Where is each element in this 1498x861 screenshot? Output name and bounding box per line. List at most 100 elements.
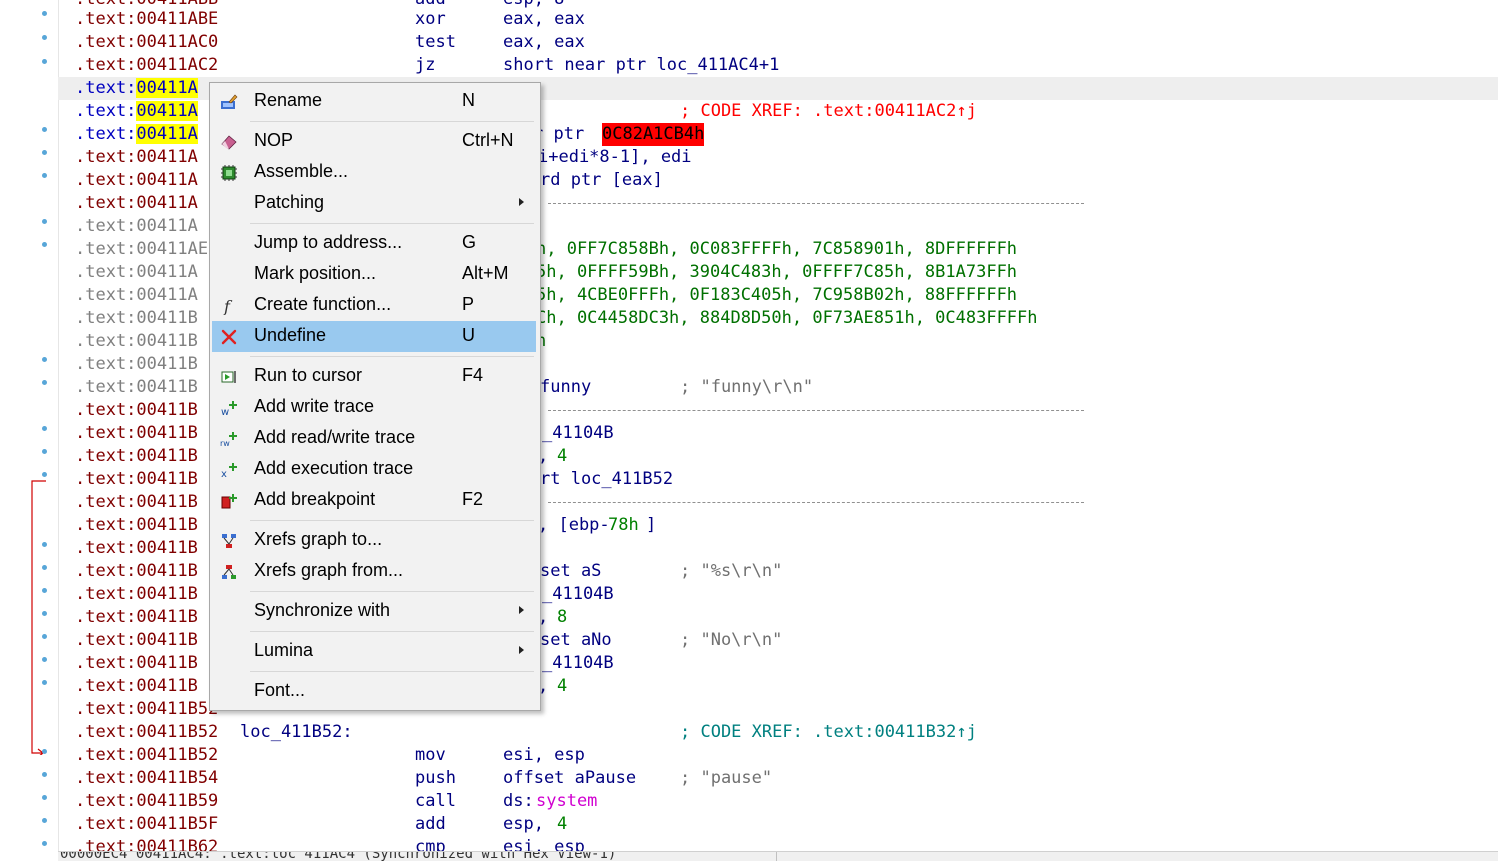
submenu-arrow-icon bbox=[519, 646, 524, 654]
menu-item-nop[interactable]: NOP Ctrl+N bbox=[212, 126, 536, 157]
listing-row[interactable]: .text:00411B59 call ds: system bbox=[58, 790, 1498, 813]
gutter-dot bbox=[42, 219, 47, 224]
listing-row[interactable]: .text:00411ABE xor eax, eax bbox=[58, 8, 1498, 31]
gutter-dot bbox=[42, 472, 47, 477]
menu-item-add-write-trace[interactable]: w Add write trace bbox=[212, 392, 536, 423]
menu-item-synchronize-with[interactable]: Synchronize with bbox=[212, 596, 536, 627]
menu-separator bbox=[250, 121, 534, 122]
row-address[interactable]: .text:00411AE bbox=[75, 238, 208, 261]
row-address[interactable]: .text:00411A bbox=[75, 284, 198, 307]
row-address[interactable]: .text:00411B bbox=[75, 445, 198, 468]
row-address[interactable]: .text:00411B bbox=[75, 675, 198, 698]
row-comment[interactable]: ; CODE XREF: .text:00411B32↑j bbox=[680, 721, 977, 744]
row-address[interactable]: .text:00411B52 bbox=[75, 721, 218, 744]
listing-row[interactable]: .text:00411B62 cmp esi, esp bbox=[58, 836, 1498, 852]
row-address[interactable]: .text:00411A bbox=[75, 215, 198, 238]
listing-row[interactable]: .text:00411B54 push offset aPause ; "pau… bbox=[58, 767, 1498, 790]
row-address[interactable]: .text:00411B54 bbox=[75, 767, 218, 790]
row-data: Ch, 0C4458DC3h, 884D8D50h, 0F73AE851h, 0… bbox=[536, 308, 1038, 328]
row-address[interactable]: .text:00411B bbox=[75, 422, 198, 445]
row-address[interactable]: .text:00411B bbox=[75, 491, 198, 514]
gutter-dot bbox=[42, 357, 47, 362]
gutter-dot bbox=[42, 772, 47, 777]
row-address[interactable]: .text:00411B bbox=[75, 376, 198, 399]
menu-item-add-breakpoint[interactable]: Add breakpoint F2 bbox=[212, 485, 536, 516]
listing-row[interactable]: .text:00411AC2 jz short near ptr loc_411… bbox=[58, 54, 1498, 77]
row-address[interactable]: .text:00411B bbox=[75, 514, 198, 537]
status-text: 00000EC4 00411AC4: .text:loc_411AC4 (Syn… bbox=[60, 851, 617, 861]
row-mnemonic: jz bbox=[415, 55, 436, 75]
row-address[interactable]: .text:00411B52 bbox=[75, 744, 218, 767]
row-address[interactable]: .text:00411B bbox=[75, 583, 198, 606]
menu-item-label: Assemble... bbox=[254, 161, 349, 181]
row-comment: ; "No\r\n" bbox=[680, 630, 783, 650]
row-operand: set aS bbox=[540, 561, 602, 581]
menu-item-lumina[interactable]: Lumina bbox=[212, 636, 536, 667]
row-address[interactable]: .text:00411A bbox=[75, 123, 198, 146]
row-address[interactable]: .text:00411B bbox=[75, 399, 198, 422]
row-operand-highlight[interactable]: 0C82A1CB4h bbox=[602, 123, 705, 146]
menu-item-xrefs-graph-to[interactable]: Xrefs graph to... bbox=[212, 525, 536, 556]
row-address[interactable]: .text:00411A bbox=[75, 146, 198, 169]
menu-item-shortcut: Ctrl+N bbox=[462, 130, 514, 150]
row-address[interactable]: .text:00411A bbox=[75, 192, 198, 215]
status-divider bbox=[776, 852, 777, 861]
row-mnemonic: mov bbox=[415, 745, 446, 765]
row-address[interactable]: .text:00411B59 bbox=[75, 790, 218, 813]
menu-item-label: Jump to address... bbox=[254, 232, 403, 252]
menu-item-font[interactable]: Font... bbox=[212, 676, 536, 707]
menu-item-mark-position[interactable]: Mark position... Alt+M bbox=[212, 259, 536, 290]
row-mnemonic: cmp bbox=[415, 837, 446, 852]
row-operand: short near ptr loc_411AC4+1 bbox=[503, 55, 780, 75]
row-address[interactable]: .text:00411B bbox=[75, 537, 198, 560]
row-address[interactable]: .text:00411A bbox=[75, 261, 198, 284]
row-address[interactable]: .text:00411A bbox=[75, 100, 198, 123]
menu-item-label: Undefine bbox=[254, 325, 327, 345]
row-operand: eax, eax bbox=[503, 9, 585, 29]
gutter-dot bbox=[42, 818, 47, 823]
row-address[interactable]: .text:00411B bbox=[75, 652, 198, 675]
menu-item-jump-to-address[interactable]: Jump to address... G bbox=[212, 228, 536, 259]
svg-text:f: f bbox=[223, 297, 233, 315]
listing-row[interactable]: .text:00411B5F add esp, 4 bbox=[58, 813, 1498, 836]
row-address[interactable]: .text:00411B bbox=[75, 468, 198, 491]
menu-item-run-to-cursor[interactable]: Run to cursor F4 bbox=[212, 361, 536, 392]
menu-item-add-execution-trace[interactable]: x Add execution trace bbox=[212, 454, 536, 485]
menu-item-xrefs-graph-from[interactable]: Xrefs graph from... bbox=[212, 556, 536, 587]
svg-text:x: x bbox=[221, 469, 227, 479]
row-address[interactable]: .text:00411A bbox=[75, 169, 198, 192]
gutter-dot bbox=[42, 35, 47, 40]
listing-row[interactable]: .text:00411B52 mov esi, esp bbox=[58, 744, 1498, 767]
row-address[interactable]: .text:00411AC2 bbox=[75, 54, 218, 77]
menu-item-undefine[interactable]: Undefine U bbox=[212, 321, 536, 352]
row-address[interactable]: .text:00411A bbox=[75, 77, 198, 100]
row-address[interactable]: .text:00411B5F bbox=[75, 813, 218, 836]
row-address[interactable]: .text:00411B bbox=[75, 606, 198, 629]
row-address[interactable]: .text:00411B52 bbox=[75, 698, 218, 721]
context-menu[interactable]: Rename N NOP Ctrl+N Assemble... Patching… bbox=[209, 82, 541, 711]
menu-item-create-function[interactable]: f Create function... P bbox=[212, 290, 536, 321]
listing-gutter[interactable] bbox=[0, 0, 59, 861]
row-data: 5h, 0FFFF59Bh, 3904C483h, 0FFFF7C85h, 8B… bbox=[536, 262, 1018, 282]
address-segment: .text: bbox=[75, 78, 137, 98]
listing-row[interactable]: .text:00411B52 loc_411B52: ; CODE XREF: … bbox=[58, 721, 1498, 744]
listing-row[interactable]: .text:00411AC0 test eax, eax bbox=[58, 31, 1498, 54]
row-address[interactable]: .text:00411B bbox=[75, 629, 198, 652]
row-label[interactable]: loc_411B52: bbox=[240, 721, 353, 744]
row-address[interactable]: .text:00411AC0 bbox=[75, 31, 218, 54]
gutter-dot bbox=[42, 634, 47, 639]
row-address[interactable]: .text:00411B62 bbox=[75, 836, 218, 852]
menu-item-assemble[interactable]: Assemble... bbox=[212, 157, 536, 188]
row-operand-import[interactable]: system bbox=[536, 790, 597, 813]
rename-icon bbox=[221, 94, 238, 109]
row-address[interactable]: .text:00411ABE bbox=[75, 8, 218, 31]
row-address[interactable]: .text:00411B bbox=[75, 307, 198, 330]
row-address[interactable]: .text:00411B bbox=[75, 353, 198, 376]
row-address[interactable]: .text:00411B bbox=[75, 330, 198, 353]
row-address[interactable]: .text:00411B bbox=[75, 560, 198, 583]
menu-item-add-read-write-trace[interactable]: rw Add read/write trace bbox=[212, 423, 536, 454]
menu-item-label: Lumina bbox=[254, 640, 314, 660]
gutter-dot bbox=[42, 542, 47, 547]
menu-item-patching[interactable]: Patching bbox=[212, 188, 536, 219]
menu-item-rename[interactable]: Rename N bbox=[212, 86, 536, 117]
